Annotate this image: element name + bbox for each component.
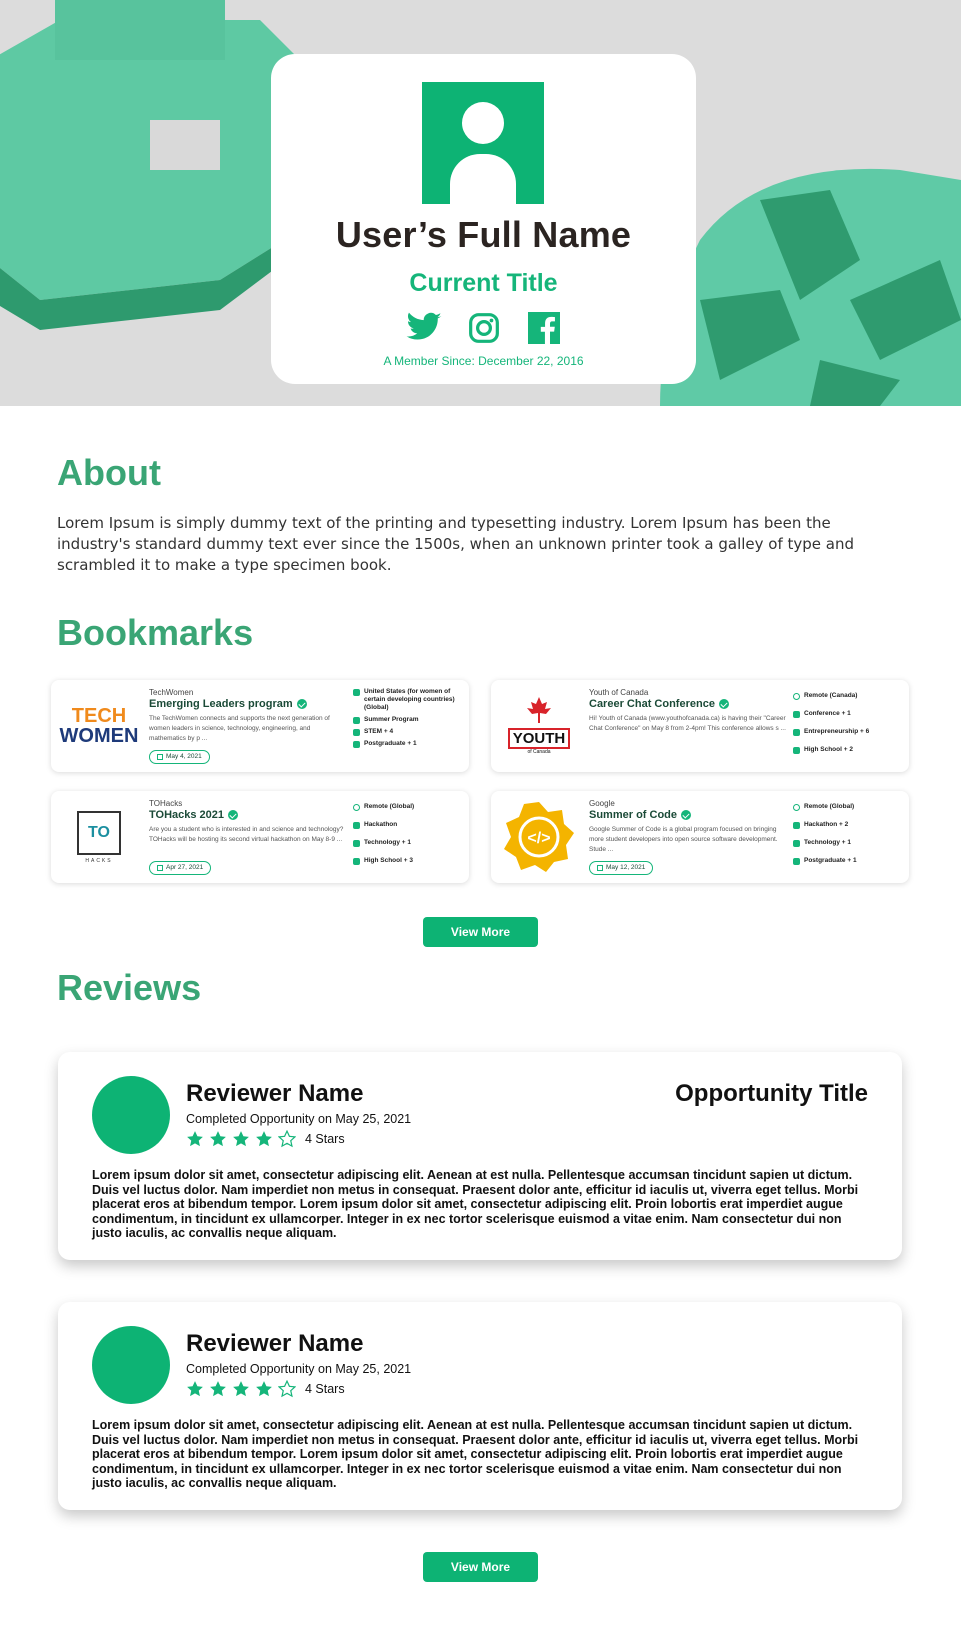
bookmark-title[interactable]: TOHacks 2021	[149, 809, 239, 821]
briefcase-icon	[353, 729, 360, 736]
bookmark-card[interactable]: TECH WOMEN TechWomen Emerging Leaders pr…	[51, 680, 469, 772]
globe-icon	[353, 804, 360, 811]
bookmark-tags: Remote (Canada) Conference + 1 Entrepren…	[793, 692, 905, 764]
reviews-view-more-button[interactable]: View More	[423, 1552, 538, 1582]
review-completed-date: Completed Opportunity on May 25, 2021	[186, 1362, 412, 1376]
bookmark-description: Google Summer of Code is a global progra…	[589, 826, 778, 853]
review-card: Reviewer Name Completed Opportunity on M…	[58, 1302, 902, 1510]
bookmark-tags: Remote (Global) Hackathon + 2 Technology…	[793, 803, 905, 875]
facebook-icon[interactable]	[525, 309, 563, 347]
calendar-icon	[157, 865, 163, 871]
star-filled-icon	[210, 1381, 226, 1397]
rating-label: 4 Stars	[305, 1382, 345, 1396]
briefcase-icon	[353, 840, 360, 847]
bookmark-card[interactable]: </> Google Summer of Code Google Summer …	[491, 791, 909, 883]
verified-icon	[228, 810, 239, 820]
instagram-icon[interactable]	[465, 309, 503, 347]
star-filled-icon	[187, 1131, 203, 1147]
people-icon	[353, 822, 360, 829]
star-filled-icon	[256, 1381, 272, 1397]
verified-icon	[718, 699, 729, 709]
bookmark-description: The TechWomen connects and supports the …	[149, 715, 330, 742]
star-filled-icon	[256, 1131, 272, 1147]
people-icon	[793, 711, 800, 718]
bookmark-tags: United States (for women of certain deve…	[353, 688, 465, 752]
bookmark-org: TechWomen	[149, 688, 194, 697]
member-since: A Member Since: December 22, 2016	[383, 354, 584, 368]
current-title: Current Title	[409, 269, 558, 297]
svg-text:</>: </>	[527, 830, 550, 847]
institution-icon	[353, 741, 360, 748]
bookmark-date: May 12, 2021	[589, 861, 654, 875]
star-empty-icon	[278, 1130, 296, 1148]
review-card: Reviewer Name Opportunity Title Complete…	[58, 1052, 902, 1260]
bookmark-date: May 4, 2021	[149, 750, 210, 764]
reviewer-name: Reviewer Name	[186, 1330, 364, 1357]
calendar-icon	[157, 754, 163, 760]
people-icon	[353, 717, 360, 724]
bookmark-org: Youth of Canada	[589, 688, 649, 697]
verified-icon	[296, 699, 307, 709]
briefcase-icon	[793, 729, 800, 736]
bookmarks-view-more-button[interactable]: View More	[423, 917, 538, 947]
review-completed-date: Completed Opportunity on May 25, 2021	[186, 1112, 412, 1126]
globe-icon	[793, 804, 800, 811]
about-text: Lorem Ipsum is simply dummy text of the …	[57, 514, 855, 574]
bookmark-card[interactable]: TO HACKS TOHacks TOHacks 2021 Are you a …	[51, 791, 469, 883]
bookmark-description: Are you a student who is interested in a…	[149, 826, 344, 843]
bookmark-description: Hi! Youth of Canada (www.youthofcanada.c…	[589, 715, 786, 732]
institution-icon	[793, 858, 800, 865]
institution-icon	[353, 858, 360, 865]
star-filled-icon	[233, 1131, 249, 1147]
social-links	[271, 309, 696, 347]
techwomen-logo: TECH WOMEN	[59, 705, 139, 747]
bookmarks-heading: Bookmarks	[57, 612, 254, 653]
profile-hero: User’s Full Name Current Title A Member …	[0, 0, 961, 406]
reviewer-name: Reviewer Name	[186, 1080, 364, 1107]
bookmark-date: Apr 27, 2021	[149, 861, 212, 875]
star-filled-icon	[210, 1131, 226, 1147]
about-heading: About	[57, 452, 161, 493]
bookmark-title[interactable]: Emerging Leaders program	[149, 698, 307, 710]
location-icon	[353, 689, 360, 696]
institution-icon	[793, 747, 800, 754]
tohacks-logo: TO HACKS	[57, 805, 141, 869]
review-text: Lorem ipsum dolor sit amet, consectetur …	[92, 1168, 859, 1240]
summer-of-code-logo: </>	[497, 802, 581, 872]
bookmark-card[interactable]: YOUTH of Canada Youth of Canada Career C…	[491, 680, 909, 772]
bookmark-title[interactable]: Summer of Code	[589, 809, 692, 821]
rating-stars: 4 Stars	[186, 1130, 345, 1148]
youth-of-canada-logo: YOUTH of Canada	[497, 694, 581, 758]
twitter-icon[interactable]	[405, 309, 443, 347]
rating-stars: 4 Stars	[186, 1380, 345, 1398]
verified-icon	[681, 810, 692, 820]
reviewer-avatar	[92, 1076, 170, 1154]
user-avatar-icon	[422, 82, 544, 214]
globe-icon	[793, 693, 800, 700]
star-empty-icon	[278, 1380, 296, 1398]
bookmark-title[interactable]: Career Chat Conference	[589, 698, 729, 710]
bookmark-tags: Remote (Global) Hackathon Technology + 1…	[353, 803, 465, 875]
user-full-name: User’s Full Name	[335, 214, 632, 255]
star-filled-icon	[233, 1381, 249, 1397]
reviews-heading: Reviews	[57, 967, 202, 1008]
bookmark-org: Google	[589, 799, 615, 808]
rating-label: 4 Stars	[305, 1132, 345, 1146]
reviewer-avatar	[92, 1326, 170, 1404]
briefcase-icon	[793, 840, 800, 847]
bookmark-org: TOHacks	[149, 799, 183, 808]
calendar-icon	[597, 865, 603, 871]
profile-card: User’s Full Name Current Title A Member …	[271, 54, 696, 384]
opportunity-title[interactable]: Opportunity Title	[675, 1080, 868, 1108]
people-icon	[793, 822, 800, 829]
review-text: Lorem ipsum dolor sit amet, consectetur …	[92, 1418, 859, 1490]
star-filled-icon	[187, 1381, 203, 1397]
